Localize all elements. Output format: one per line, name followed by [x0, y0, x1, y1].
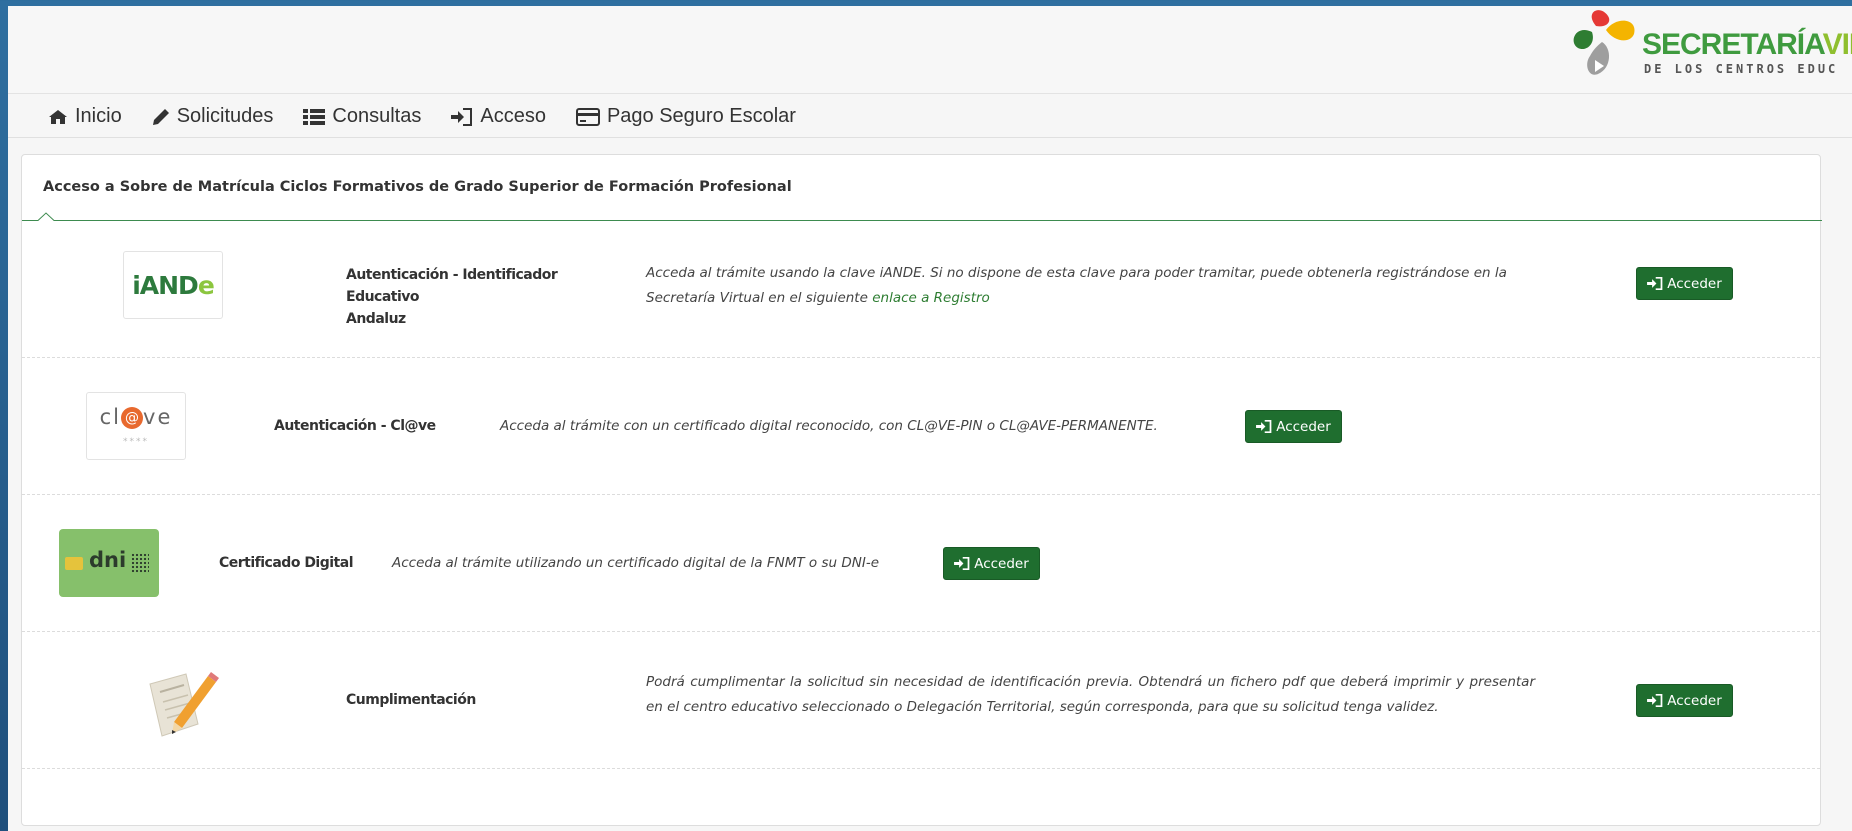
clave-logo: cl @ ve **** [86, 392, 186, 460]
form-with-pencil-icon [149, 672, 219, 737]
registro-link[interactable]: enlace a Registro [872, 290, 990, 306]
petals-logo-icon [1573, 10, 1635, 75]
acceder-button[interactable]: Acceder [1636, 684, 1733, 717]
sign-in-icon [954, 557, 970, 570]
brand-title: SECRETARÍAVIR [1642, 28, 1852, 61]
method-description: Acceda al trámite utilizando un certific… [392, 555, 880, 571]
iande-logo: iANDe [123, 251, 223, 319]
method-title: Autenticación - Identificador Educativo … [346, 267, 558, 327]
nav-item-solicitudes[interactable]: Solicitudes [152, 105, 274, 128]
dni-logo: dni [59, 529, 159, 597]
nav-label: Acceso [480, 105, 546, 127]
sign-in-icon [1647, 277, 1663, 290]
access-method-iande: iANDe Autenticación - Identificador Educ… [22, 221, 1820, 358]
sign-in-icon [1647, 694, 1663, 707]
access-panel: Acceso a Sobre de Matrícula Ciclos Forma… [21, 154, 1822, 826]
site-header: SECRETARÍAVIR DE LOS CENTROS EDUC [8, 6, 1852, 94]
acceder-button[interactable]: Acceder [1636, 267, 1733, 300]
access-method-certificado: dni Certificado Digital Acceda al trámit… [22, 495, 1820, 632]
nav-item-acceso[interactable]: Acceso [451, 105, 546, 128]
nav-label: Solicitudes [176, 105, 274, 127]
nav-item-inicio[interactable]: Inicio [48, 105, 122, 128]
access-method-clave: cl @ ve **** Autenticación - Cl@ve Acceda … [22, 358, 1820, 495]
access-method-cumplimentacion: Cumplimentación Podrá cumplimentar la so… [22, 632, 1820, 769]
list-icon [303, 108, 326, 125]
main-navbar: Inicio Solicitudes Consultas Acceso Pago… [8, 96, 1852, 138]
nav-item-consultas[interactable]: Consultas [303, 105, 421, 128]
acceder-button[interactable]: Acceder [943, 547, 1040, 580]
nav-label: Inicio [75, 105, 122, 127]
browser-viewport: SECRETARÍAVIR DE LOS CENTROS EDUC Inicio… [8, 6, 1852, 831]
method-title: Cumplimentación [346, 692, 476, 708]
nav-item-pago-seguro[interactable]: Pago Seguro Escolar [575, 105, 796, 128]
chip-icon [65, 557, 83, 570]
method-title: Certificado Digital [219, 555, 354, 571]
panel-title: Acceso a Sobre de Matrícula Ciclos Forma… [43, 179, 792, 195]
acceder-button[interactable]: Acceder [1245, 410, 1342, 443]
secretaria-virtual-logo[interactable]: SECRETARÍAVIR DE LOS CENTROS EDUC [1562, 6, 1852, 94]
credit-card-icon [575, 107, 600, 126]
access-methods-list: iANDe Autenticación - Identificador Educ… [22, 221, 1820, 769]
nav-label: Pago Seguro Escolar [606, 105, 796, 127]
method-title: Autenticación - Cl@ve [274, 418, 436, 434]
home-icon [49, 109, 67, 124]
sign-in-icon [1256, 420, 1272, 433]
nav-label: Consultas [332, 105, 422, 127]
sign-in-icon [451, 107, 473, 126]
panel-header: Acceso a Sobre de Matrícula Ciclos Forma… [22, 155, 1822, 221]
fingerprint-icon [131, 553, 149, 573]
method-description: Podrá cumplimentar la solicitud sin nece… [646, 674, 1535, 715]
method-description: Acceda al trámite con un certificado dig… [500, 418, 1158, 434]
pencil-icon [152, 108, 169, 125]
brand-subtitle: DE LOS CENTROS EDUC [1644, 62, 1839, 76]
header-divider [22, 212, 1822, 221]
method-description: Acceda al trámite usando la clave iANDE.… [646, 265, 1507, 306]
